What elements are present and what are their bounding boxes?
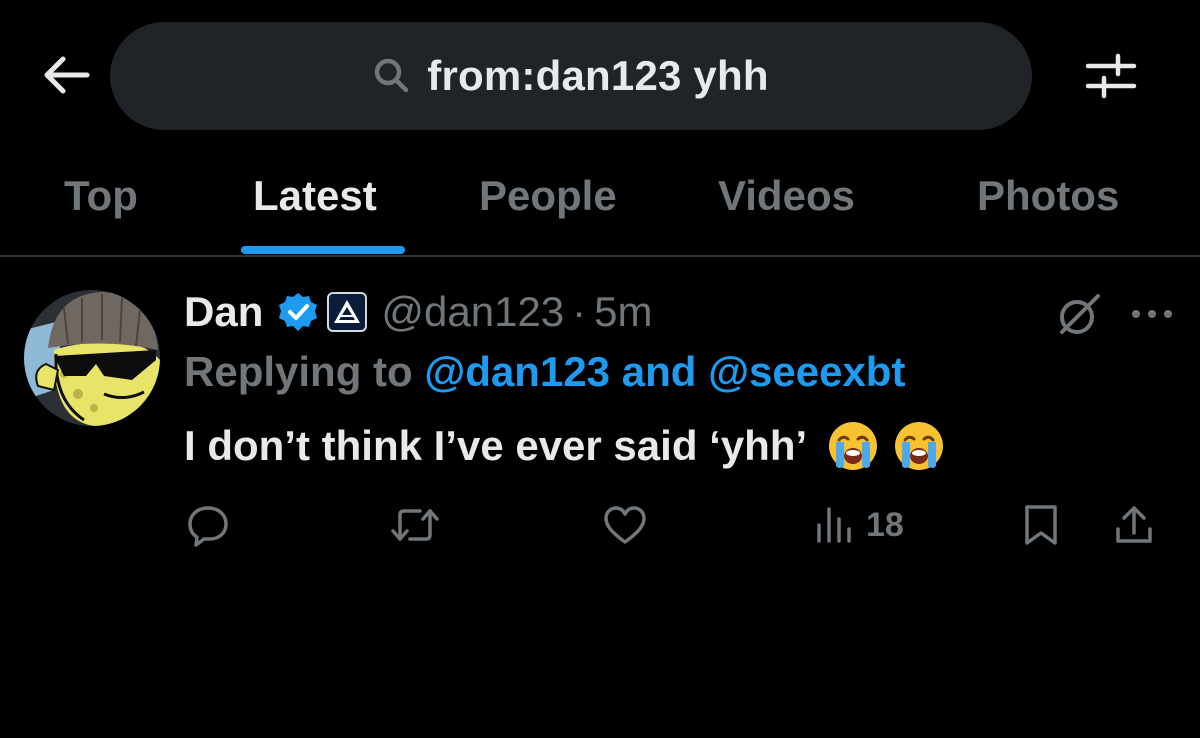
tab-top[interactable]: Top <box>64 172 138 220</box>
grok-icon[interactable] <box>1056 292 1102 338</box>
author-handle[interactable]: @dan123 <box>381 288 564 336</box>
search-filters-button[interactable] <box>1078 48 1144 104</box>
tweet-time[interactable]: 5m <box>594 288 652 336</box>
search-field[interactable]: from:dan123 yhh <box>110 22 1032 130</box>
tabs-divider <box>0 255 1200 257</box>
reply-icon <box>188 506 228 547</box>
repost-button[interactable] <box>390 500 440 550</box>
bookmark-button[interactable] <box>1022 500 1060 550</box>
views-button[interactable]: 18 <box>814 500 904 550</box>
tab-latest[interactable]: Latest <box>253 172 377 220</box>
back-button[interactable] <box>38 50 94 100</box>
search-tabs: Top Latest People Videos Photos <box>0 150 1200 256</box>
affiliate-badge-icon[interactable] <box>327 292 368 332</box>
replying-to-label: Replying to <box>184 348 425 395</box>
tab-people[interactable]: People <box>479 172 617 220</box>
views-count: 18 <box>866 505 904 544</box>
author-name[interactable]: Dan <box>184 288 263 336</box>
avatar[interactable] <box>24 290 160 426</box>
bookmark-icon <box>1025 505 1057 545</box>
replying-joiner[interactable]: and <box>610 348 708 395</box>
share-icon <box>1116 506 1152 543</box>
replying-to-line: Replying to @dan123 and @seeexbt <box>184 348 905 396</box>
views-icon <box>817 507 851 543</box>
search-query[interactable]: from:dan123 yhh <box>427 52 768 100</box>
tab-videos[interactable]: Videos <box>718 172 855 220</box>
tab-photos[interactable]: Photos <box>977 172 1119 220</box>
repost-icon <box>391 509 439 541</box>
like-icon <box>604 506 646 544</box>
search-results-page: from:dan123 yhh Top Latest People Videos… <box>0 0 1200 738</box>
search-icon <box>373 56 413 96</box>
tweet-header: Dan @dan123 · 5m <box>184 284 653 340</box>
like-button[interactable] <box>602 500 648 550</box>
reply-button[interactable] <box>186 500 230 550</box>
tweet-text: I don’t think I’ve ever said ‘yhh’ <box>184 420 945 472</box>
arrow-left-icon <box>44 56 90 94</box>
separator-dot: · <box>572 288 587 335</box>
verified-badge-icon[interactable] <box>277 291 319 333</box>
mention-link[interactable]: @dan123 <box>424 348 610 395</box>
loudly-crying-face-icon <box>895 422 944 470</box>
tweet-body: I don’t think I’ve ever said ‘yhh’ <box>184 422 808 469</box>
loudly-crying-face-icon <box>829 422 878 470</box>
share-button[interactable] <box>1112 500 1156 550</box>
sliders-icon <box>1085 53 1137 99</box>
more-icon[interactable] <box>1128 294 1176 334</box>
mention-link[interactable]: @seeexbt <box>708 348 905 395</box>
active-tab-indicator <box>241 246 405 254</box>
